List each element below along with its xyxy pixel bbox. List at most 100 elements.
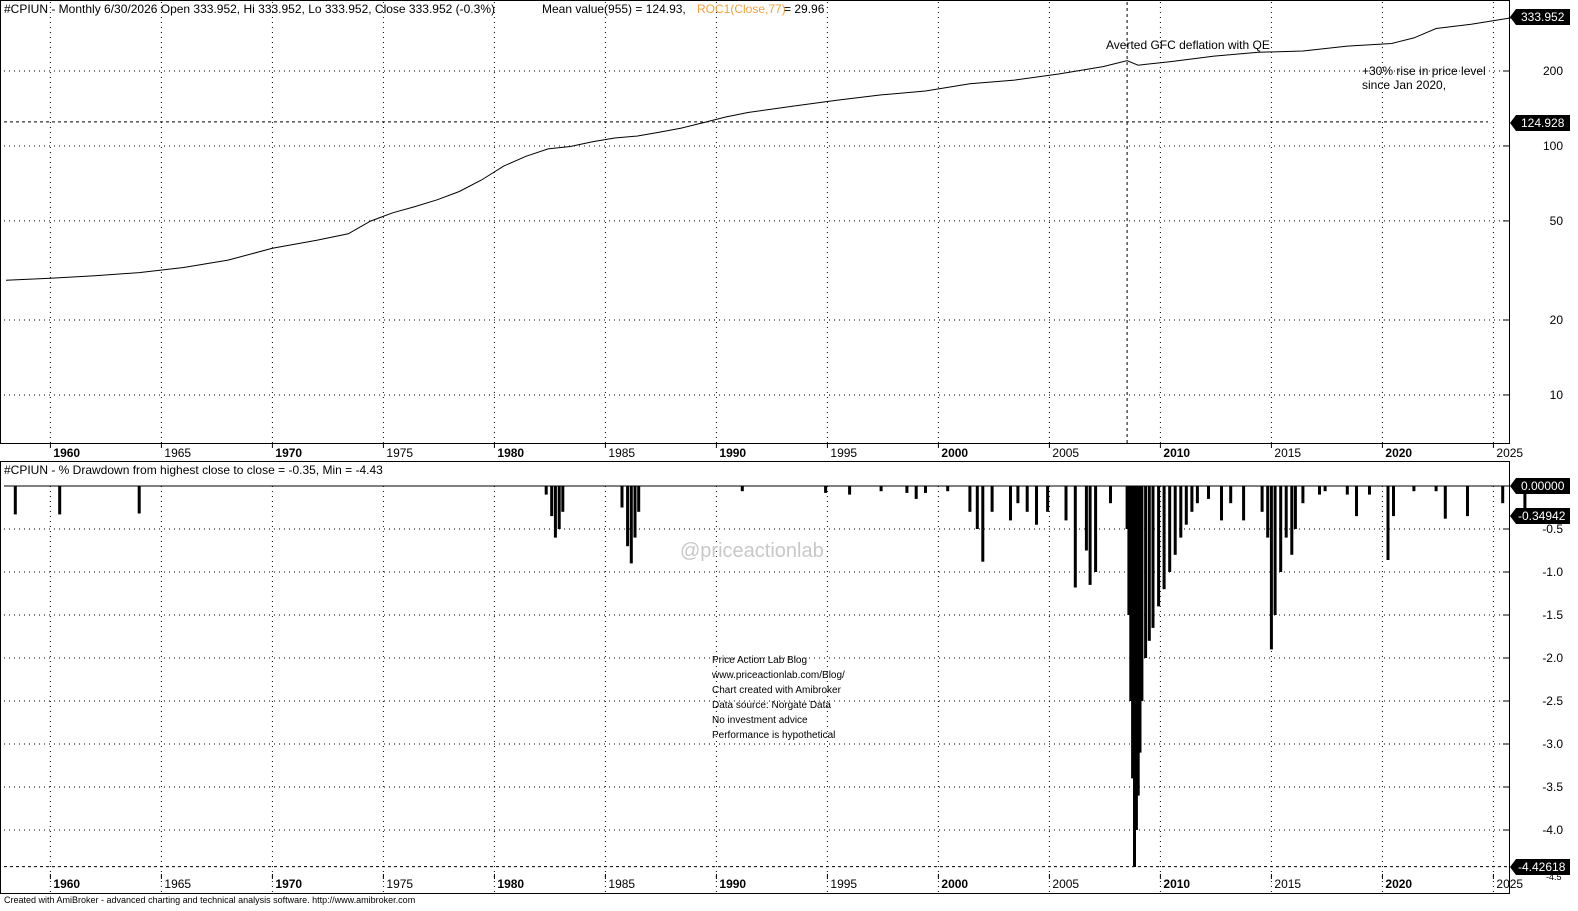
drawdown-bar (1147, 486, 1151, 641)
drawdown-x-tick-label: 1995 (830, 877, 857, 891)
drawdown-bar (848, 486, 852, 495)
info-line: No investment advice (712, 715, 808, 726)
price-x-tick-label: 1980 (497, 446, 524, 460)
price-x-tick-label: 2015 (1274, 446, 1301, 460)
drawdown-bar (1157, 486, 1161, 607)
price-x-axis: 1960 1965 1970 1975 1980 1985 1990 1995 2000 2005… (0, 443, 1523, 460)
drawdown-x-tick-label: 2005 (1052, 877, 1079, 891)
drawdown-x-tick-label: 1980 (497, 877, 524, 891)
drawdown-x-tick-label: 1975 (386, 877, 413, 891)
svg-text:0.00000: 0.00000 (1521, 479, 1565, 493)
drawdown-bar (1323, 486, 1327, 492)
drawdown-bar (1242, 486, 1246, 521)
drawdown-x-tick-label: 1965 (164, 877, 191, 891)
price-x-tick-label: 1960 (53, 446, 80, 460)
drawdown-cut-label: -4.5 (1546, 872, 1562, 882)
svg-text:333.952: 333.952 (1521, 10, 1565, 24)
drawdown-bar (981, 486, 985, 562)
drawdown-bar (975, 486, 979, 529)
last-drawdown-tag: -0.34942 (1510, 508, 1570, 524)
drawdown-x-tick-label: 2010 (1163, 877, 1190, 891)
drawdown-x-tick-label: 2020 (1385, 877, 1412, 891)
drawdown-x-tick-label: 1960 (53, 877, 80, 891)
drawdown-bar (1168, 486, 1172, 572)
info-line: Data source: Norgate Data (712, 700, 831, 711)
drawdown-bar (1035, 486, 1038, 525)
drawdown-bar (550, 486, 554, 517)
svg-text:-0.34942: -0.34942 (1518, 509, 1566, 523)
drawdown-bar (968, 486, 972, 512)
info-line: Price Action Lab Blog (712, 655, 807, 666)
drawdown-panel: 1960 1965 1970 1975 1980 1985 1990 1995 2000 2005… (0, 461, 1570, 893)
drawdown-bar (1046, 486, 1050, 512)
drawdown-y-axis: -0.5 -1.0 -1.5 -2.0 -2.5 -3.0 -3.5 -4.0 (1503, 522, 1563, 837)
drawdown-bar (1392, 486, 1395, 517)
drawdown-bar (905, 486, 909, 493)
price-x-tick-label: 1975 (386, 446, 413, 460)
drawdown-bar (1094, 486, 1098, 572)
drawdown-bar (1368, 486, 1371, 495)
drawdown-bar (1151, 486, 1155, 628)
annotation-rise-line-1: +30% rise in price level (1362, 64, 1486, 78)
drawdown-bar (633, 486, 637, 538)
info-line: Chart created with Amibroker (712, 685, 842, 696)
drawdown-y-tick-label: -4.0 (1542, 823, 1563, 837)
drawdown-bar (1009, 486, 1012, 521)
price-x-tick-label: 1965 (164, 446, 191, 460)
drawdown-bar (1195, 486, 1199, 504)
price-y-tick-label: 100 (1543, 139, 1563, 153)
drawdown-bar (1184, 486, 1188, 525)
drawdown-y-tick-label: -2.0 (1542, 651, 1563, 665)
drawdown-y-tick-label: -0.5 (1542, 522, 1563, 536)
drawdown-bar (1301, 486, 1305, 504)
cpi-price-line (5, 15, 1525, 281)
drawdown-bar (1318, 486, 1321, 495)
drawdown-bar (1279, 486, 1283, 572)
drawdown-bar (1266, 486, 1270, 538)
drawdown-bar (1064, 486, 1068, 521)
drawdown-bar (544, 486, 548, 495)
drawdown-bar (626, 486, 630, 547)
zero-value-tag: 0.00000 (1510, 478, 1570, 494)
drawdown-bar (1073, 486, 1077, 588)
drawdown-bar (1273, 486, 1277, 615)
drawdown-bar (1109, 486, 1112, 504)
drawdown-bar (137, 486, 141, 514)
chart-canvas: 1960 1965 1970 1975 1980 1985 1990 1995 2000 2005… (0, 0, 1570, 905)
mean-value-tag: 124.928 (1510, 115, 1570, 131)
watermark: @priceactionlab (680, 540, 824, 562)
drawdown-bar (1025, 486, 1029, 512)
price-grid (4, 2, 1509, 443)
drawdown-bar (1284, 486, 1288, 538)
price-x-tick-label: 1995 (830, 446, 857, 460)
drawdown-bar (1144, 486, 1148, 658)
drawdown-bar (637, 486, 641, 512)
price-x-tick-label: 2000 (941, 446, 968, 460)
drawdown-y-tick-label: -3.5 (1542, 780, 1563, 794)
drawdown-bar (1190, 486, 1194, 512)
drawdown-bar (879, 486, 883, 492)
drawdown-bar (924, 486, 927, 493)
price-panel-border (0, 0, 1510, 444)
price-y-tick-label: 50 (1550, 214, 1564, 228)
price-y-axis: 10 20 50 100 200 (1503, 64, 1563, 402)
drawdown-bar (1355, 486, 1358, 517)
drawdown-y-tick-label: -3.0 (1542, 737, 1563, 751)
drawdown-bar (1016, 486, 1020, 504)
drawdown-header: #CPIUN - % Drawdown from highest close t… (4, 463, 383, 477)
price-x-tick-label: 1990 (719, 446, 746, 460)
info-line: Performance is hypothetical (712, 730, 835, 741)
drawdown-bar (629, 486, 633, 564)
drawdown-bar (58, 486, 62, 515)
drawdown-bar (1412, 486, 1416, 492)
price-header-roc-value: = 29.96 (784, 2, 825, 16)
annotation-gfc: Averted GFC deflation with QE (1106, 38, 1270, 52)
drawdown-bar (1260, 486, 1264, 512)
price-x-tick-label: 2020 (1385, 446, 1412, 460)
annotation-rise-line-2: since Jan 2020, (1362, 78, 1446, 92)
drawdown-bar (1207, 486, 1210, 499)
drawdown-bar (1088, 486, 1092, 585)
drawdown-bar (1179, 486, 1183, 538)
drawdown-bar (1269, 486, 1273, 650)
drawdown-bar (740, 486, 744, 492)
